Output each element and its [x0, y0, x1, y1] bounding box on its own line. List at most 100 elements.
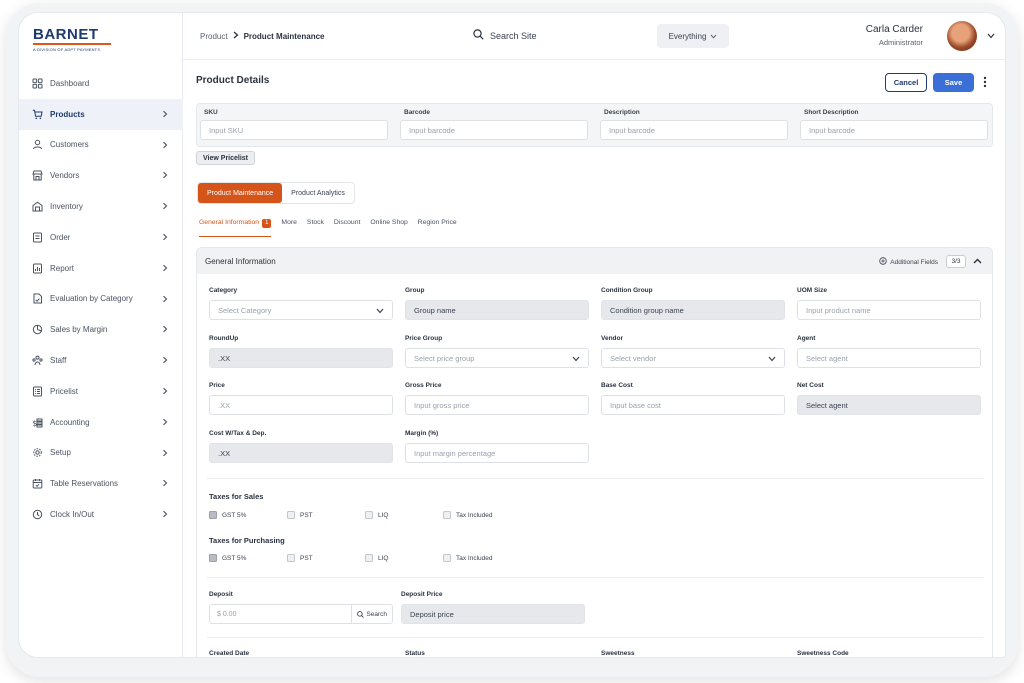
- segment-product-analytics[interactable]: Product Analytics: [282, 183, 354, 203]
- description-input[interactable]: Input barcode: [600, 120, 788, 140]
- tab-online-shop[interactable]: Online Shop: [370, 219, 407, 237]
- checkbox-box[interactable]: [365, 554, 373, 562]
- tab-label: General Information: [199, 219, 260, 226]
- sales-tax-gst-5-checkbox[interactable]: GST 5%: [209, 511, 246, 519]
- gross-price-input[interactable]: Input gross price: [405, 395, 589, 415]
- margin-input[interactable]: Input margin percentage: [405, 443, 589, 463]
- sidebar-item-pricelist[interactable]: Pricelist: [19, 376, 183, 407]
- category-select[interactable]: Select Category: [209, 300, 393, 320]
- sidebar-item-staff[interactable]: Staff: [19, 345, 183, 376]
- chevron-right-icon: [161, 325, 169, 333]
- breadcrumb-parent[interactable]: Product: [200, 32, 228, 41]
- tab-region-price[interactable]: Region Price: [418, 219, 457, 237]
- price-group-field: Price Group Select price group: [405, 335, 589, 368]
- sales-tax-liq-checkbox[interactable]: LIQ: [365, 511, 388, 519]
- site-search[interactable]: Search Site: [473, 29, 537, 42]
- staff-icon: [32, 355, 43, 366]
- sidebar-item-accounting[interactable]: $ Accounting: [19, 407, 183, 438]
- deposit-field: Deposit $ 0.00 Search: [209, 591, 393, 624]
- checkbox-box[interactable]: [287, 554, 295, 562]
- logo-underline: [33, 43, 111, 45]
- sidebar-item-inventory[interactable]: Inventory: [19, 191, 183, 222]
- sidebar-item-label: Pricelist: [50, 386, 79, 396]
- sidebar-item-vendors[interactable]: Vendors: [19, 160, 183, 191]
- sidebar-item-clock-in-out[interactable]: Clock In/Out: [19, 499, 183, 530]
- avatar[interactable]: [947, 21, 977, 51]
- field-label: Net Cost: [797, 382, 824, 389]
- search-scope-dropdown[interactable]: Everything: [657, 24, 729, 48]
- sidebar-item-setup[interactable]: Setup: [19, 438, 183, 469]
- field-value: Input gross price: [414, 400, 470, 410]
- checkbox-label: LIQ: [378, 554, 389, 562]
- save-button[interactable]: Save: [933, 73, 974, 92]
- checkbox-label: Tax Included: [456, 511, 493, 519]
- more-options-icon[interactable]: [983, 76, 987, 90]
- gross-price-field: Gross Price Input gross price: [405, 382, 589, 415]
- sidebar-item-dashboard[interactable]: Dashboard: [19, 68, 183, 99]
- sidebar-item-report[interactable]: Report: [19, 253, 183, 284]
- tab-general-information[interactable]: General Information 1: [199, 219, 272, 237]
- sidebar-item-evaluation-by-category[interactable]: Evaluation by Category: [19, 284, 183, 315]
- barcode-input[interactable]: Input barcode: [400, 120, 588, 140]
- sidebar-item-products[interactable]: Products: [19, 98, 183, 130]
- sidebar-item-customers[interactable]: Customers: [19, 130, 183, 161]
- sidebar-item-sales-by-margin[interactable]: Sales by Margin: [19, 314, 183, 345]
- chevron-right-icon: [161, 264, 169, 272]
- vendor-select[interactable]: Select vendor: [601, 348, 785, 368]
- tab-more[interactable]: More: [281, 219, 297, 237]
- chevron-right-icon: [161, 202, 169, 210]
- report-icon: [32, 263, 43, 274]
- additional-fields-button[interactable]: Additional Fields: [879, 257, 938, 267]
- deposit-label: Deposit: [209, 591, 233, 598]
- checkbox-box[interactable]: [443, 511, 451, 519]
- view-pricelist-button[interactable]: View Pricelist: [196, 151, 256, 165]
- purchase-tax-pst-checkbox[interactable]: PST: [287, 554, 313, 562]
- tab-discount[interactable]: Discount: [334, 219, 360, 237]
- sales-tax-tax-included-checkbox[interactable]: Tax Included: [443, 511, 493, 519]
- agent-input[interactable]: Select agent: [797, 348, 981, 368]
- tab-stock[interactable]: Stock: [307, 219, 324, 237]
- chevron-up-icon[interactable]: [973, 257, 982, 266]
- price-group-select[interactable]: Select price group: [405, 348, 589, 368]
- net-cost-input: Select agent: [797, 395, 981, 415]
- checkbox-box[interactable]: [209, 511, 217, 519]
- sku-input[interactable]: Input SKU: [200, 120, 388, 140]
- checkbox-box[interactable]: [287, 511, 295, 519]
- field-label: Gross Price: [405, 382, 442, 389]
- base-cost-input[interactable]: Input base cost: [601, 395, 785, 415]
- field-value: Select Category: [218, 305, 272, 315]
- purchase-tax-liq-checkbox[interactable]: LIQ: [365, 554, 388, 562]
- checkbox-box[interactable]: [365, 511, 373, 519]
- field-value: Input product name: [806, 305, 871, 315]
- uom-size-input[interactable]: Input product name: [797, 300, 981, 320]
- field-value: Group name: [414, 305, 456, 315]
- field-label: Price Group: [405, 335, 443, 342]
- base-cost-field: Base Cost Input base cost: [601, 382, 785, 415]
- field-value: Select agent: [806, 353, 848, 363]
- purchase-tax-gst-5-checkbox[interactable]: GST 5%: [209, 554, 246, 562]
- purchase-tax-tax-included-checkbox[interactable]: Tax Included: [443, 554, 493, 562]
- deposit-input[interactable]: $ 0.00 Search: [209, 604, 393, 624]
- user-menu-chevron-icon[interactable]: [987, 32, 995, 41]
- panel-header: General Information Additional Fields 3/…: [197, 248, 992, 274]
- sidebar-item-table-reservations[interactable]: Table Reservations: [19, 468, 183, 499]
- chevron-right-icon: [161, 171, 169, 179]
- brand-logo[interactable]: BARNET A DIVISION OF ADPT PAYMENTS: [33, 27, 111, 52]
- checkbox-box[interactable]: [443, 554, 451, 562]
- view-switcher: Product Maintenance Product Analytics: [197, 182, 355, 204]
- sidebar-item-label: Products: [50, 109, 85, 119]
- field-label: UOM Size: [797, 287, 827, 294]
- segment-product-maintenance[interactable]: Product Maintenance: [198, 183, 283, 203]
- short-description-input[interactable]: Input barcode: [800, 120, 988, 140]
- general-information-panel: General Information Additional Fields 3/…: [196, 247, 993, 657]
- sidebar-item-order[interactable]: Order: [19, 222, 183, 253]
- cancel-button[interactable]: Cancel: [885, 73, 927, 92]
- description-field: Description Input barcode: [600, 109, 788, 140]
- field-value: Input base cost: [610, 400, 661, 410]
- checkbox-box[interactable]: [209, 554, 217, 562]
- sales-tax-pst-checkbox[interactable]: PST: [287, 511, 313, 519]
- field-label: Barcode: [404, 109, 431, 116]
- deposit-search-button[interactable]: Search: [351, 605, 392, 623]
- price-input[interactable]: .XX: [209, 395, 393, 415]
- sidebar-item-label: Customers: [50, 140, 89, 150]
